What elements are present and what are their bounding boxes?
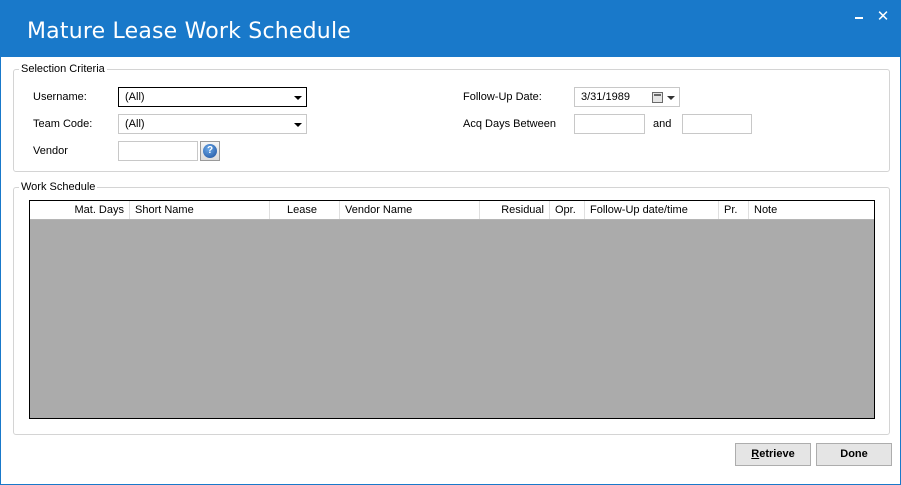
done-label: Done [840,448,868,460]
grid-header: Mat. Days Short Name Lease Vendor Name R… [30,201,874,220]
acq-days-from-input[interactable] [574,114,645,134]
retrieve-button[interactable]: Retrieve [735,443,811,466]
retrieve-label: etrieve [759,448,795,460]
username-value: (All) [125,91,145,103]
username-label: Username: [33,91,87,103]
username-dropdown[interactable]: (All) [118,87,307,107]
column-header-mat-days[interactable]: Mat. Days [30,201,130,219]
follow-up-date-picker[interactable]: 3/31/1989 [574,87,680,107]
done-button[interactable]: Done [816,443,892,466]
vendor-label: Vendor [33,145,68,157]
column-header-vendor-name[interactable]: Vendor Name [340,201,480,219]
acq-days-to-input[interactable] [682,114,752,134]
follow-up-date-label: Follow-Up Date: [463,91,542,103]
minimize-button[interactable] [847,7,871,27]
minimize-icon [855,16,863,19]
column-header-follow-up[interactable]: Follow-Up date/time [585,201,719,219]
follow-up-date-value: 3/31/1989 [581,91,630,103]
calendar-icon [652,92,663,103]
column-header-residual[interactable]: Residual [480,201,550,219]
selection-criteria-legend: Selection Criteria [19,63,107,75]
work-schedule-grid[interactable]: Mat. Days Short Name Lease Vendor Name R… [29,200,875,419]
column-header-lease[interactable]: Lease [270,201,340,219]
help-icon: ? [203,144,217,158]
and-label: and [653,118,672,130]
vendor-input[interactable] [118,141,198,161]
column-header-note[interactable]: Note [749,201,874,219]
close-icon: ✕ [876,8,890,25]
column-header-pr[interactable]: Pr. [719,201,749,219]
title-bar: Mature Lease Work Schedule ✕ [1,1,900,57]
window-title: Mature Lease Work Schedule [27,19,351,44]
team-code-label: Team Code: [33,118,93,130]
column-header-short-name[interactable]: Short Name [130,201,270,219]
team-code-dropdown[interactable]: (All) [118,114,307,134]
column-header-opr[interactable]: Opr. [550,201,585,219]
chevron-down-icon [294,96,302,100]
chevron-down-icon [294,123,302,127]
acq-days-label: Acq Days Between [463,118,556,130]
close-button[interactable]: ✕ [871,7,895,27]
app-window: Mature Lease Work Schedule ✕ Selection C… [0,0,901,485]
team-code-value: (All) [125,118,145,130]
work-schedule-legend: Work Schedule [19,181,98,193]
chevron-down-icon [667,96,675,100]
vendor-lookup-button[interactable]: ? [200,141,220,161]
